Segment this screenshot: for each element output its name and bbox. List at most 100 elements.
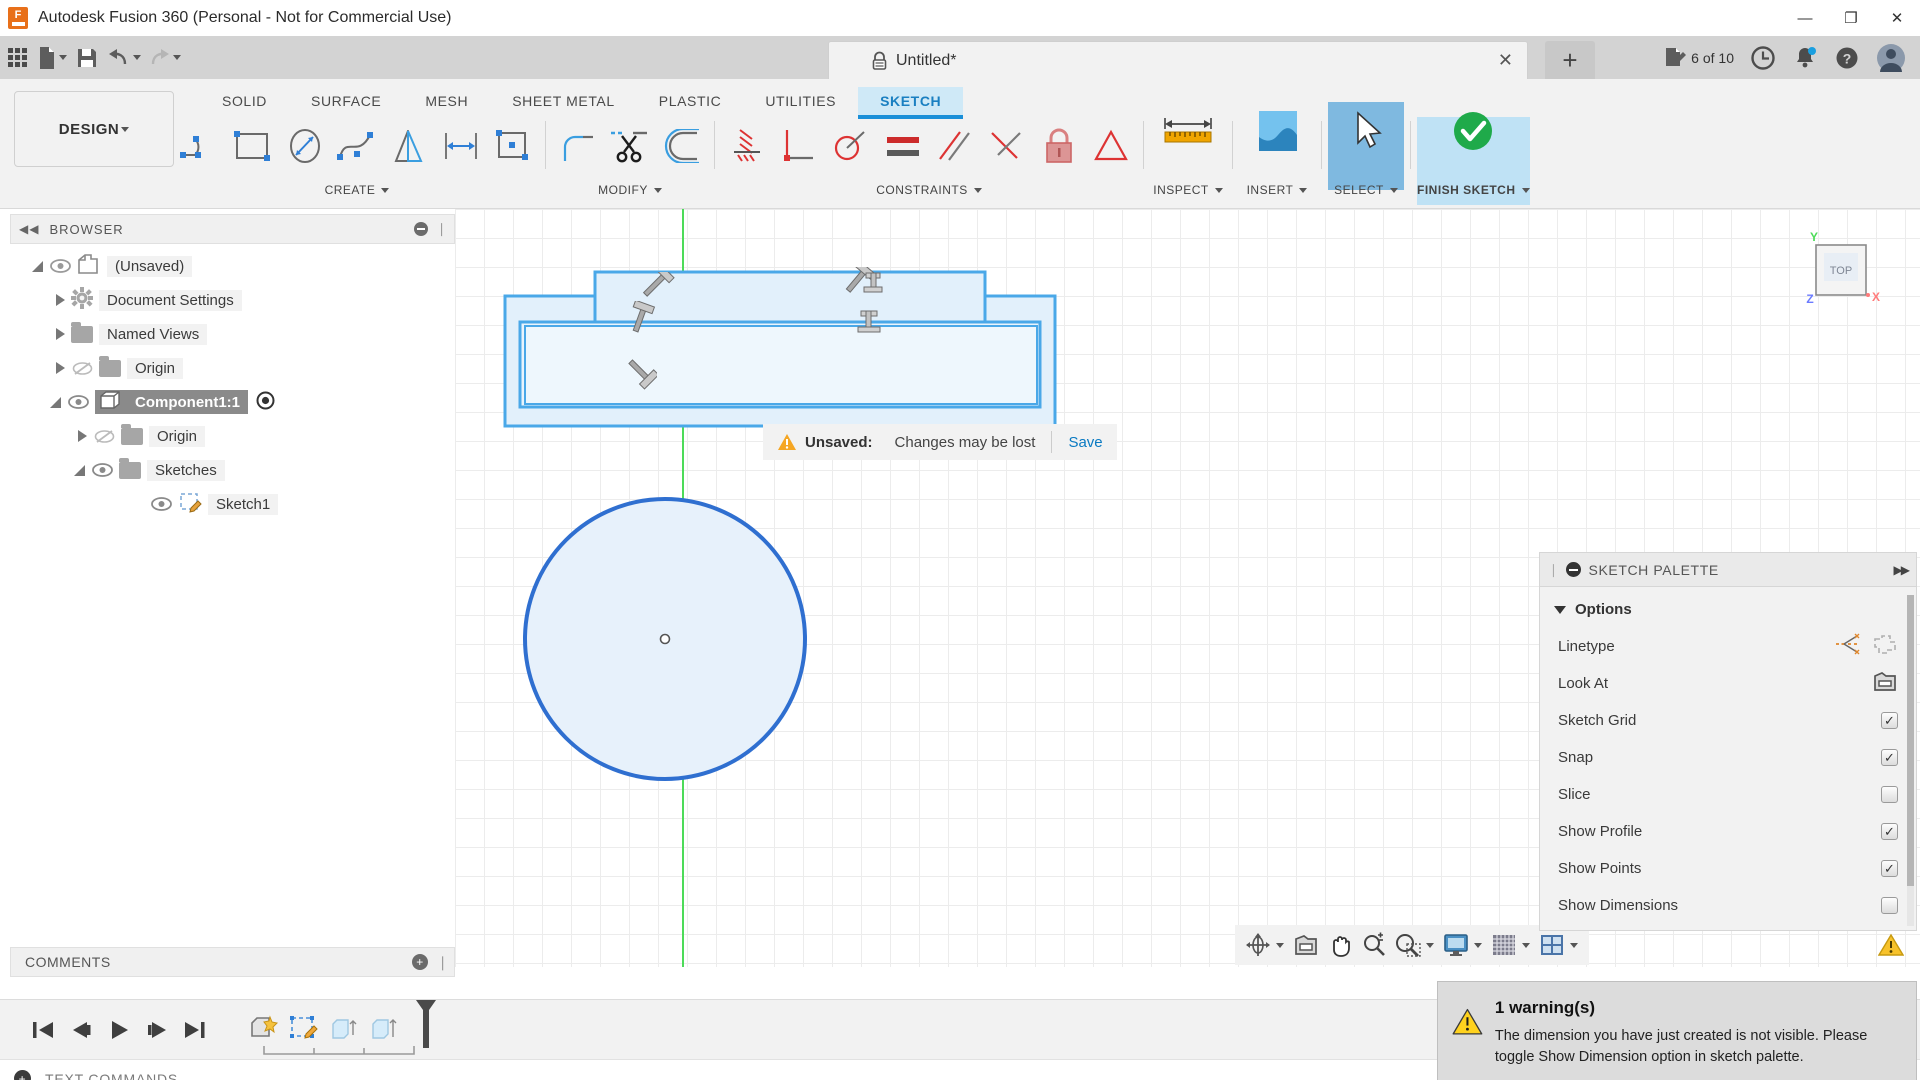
collapse-left-icon[interactable]: ◀◀	[19, 222, 39, 236]
expand-text-commands-icon[interactable]: +	[14, 1070, 31, 1080]
close-button[interactable]: ✕	[1874, 0, 1920, 36]
ribbon-group-label-select[interactable]: SELECT	[1334, 183, 1398, 197]
trim-tool-button[interactable]	[604, 119, 656, 173]
ribbon-group-label-modify[interactable]: MODIFY	[598, 183, 662, 197]
parallel-constraint-button[interactable]	[929, 119, 981, 173]
avatar[interactable]	[1870, 36, 1912, 79]
select-tool-button[interactable]	[1328, 102, 1404, 190]
add-comment-icon[interactable]: +	[412, 954, 428, 970]
minimize-button[interactable]: —	[1782, 0, 1828, 36]
constraint-glyph-2[interactable]	[623, 301, 663, 341]
document-tab[interactable]: Untitled* ✕	[828, 41, 1528, 79]
show-dimensions-checkbox[interactable]	[1881, 897, 1898, 914]
constraint-glyph-3[interactable]	[615, 351, 657, 393]
expand-arrow-icon[interactable]	[56, 328, 65, 340]
chevron-down-icon[interactable]	[173, 55, 181, 60]
expand-right-icon[interactable]: ▶▶	[1894, 563, 1908, 577]
play-icon[interactable]	[100, 1007, 138, 1053]
browser-grip[interactable]: ❘	[436, 221, 448, 237]
tangent-constraint-button[interactable]	[825, 119, 877, 173]
orbit-icon[interactable]	[1241, 926, 1275, 964]
offset-tool-button[interactable]	[656, 119, 708, 173]
chevron-down-icon[interactable]	[1570, 943, 1578, 948]
sketch-grid-checkbox[interactable]: ✓	[1881, 712, 1898, 729]
look-at-icon[interactable]	[1289, 926, 1323, 964]
perpendicular-constraint-button[interactable]	[981, 119, 1033, 173]
expand-arrow-icon[interactable]	[50, 397, 61, 408]
display-settings-icon[interactable]	[1439, 926, 1473, 964]
chevron-down-icon[interactable]	[133, 55, 141, 60]
ribbon-group-label-constraints[interactable]: CONSTRAINTS	[876, 183, 982, 197]
tab-sketch[interactable]: SKETCH	[858, 87, 963, 119]
tree-item-sketches[interactable]: Sketches	[10, 453, 455, 487]
sketch-circle-profile[interactable]	[515, 489, 815, 789]
palette-grip[interactable]: ❘	[1548, 562, 1560, 578]
slice-checkbox[interactable]	[1881, 786, 1898, 803]
workspace-selector[interactable]: DESIGN	[14, 91, 174, 167]
tree-item-unsaved[interactable]: (Unsaved)	[10, 249, 455, 283]
fillet-tool-button[interactable]	[552, 119, 604, 173]
browser-minimize-icon[interactable]	[414, 222, 428, 236]
sketch-feature-icon[interactable]	[284, 1010, 324, 1050]
show-points-checkbox[interactable]: ✓	[1881, 860, 1898, 877]
circle-tool-button[interactable]	[279, 119, 331, 173]
canvas-warning-indicator[interactable]	[1878, 933, 1904, 957]
chevron-down-icon[interactable]	[1426, 943, 1434, 948]
visibility-hidden-eye-icon[interactable]	[71, 357, 93, 379]
activate-component-radio[interactable]	[256, 391, 275, 414]
options-section-header[interactable]: Options	[1540, 597, 1916, 628]
tab-surface[interactable]: SURFACE	[289, 87, 403, 119]
save-button[interactable]	[70, 36, 104, 79]
coincident-constraint-button[interactable]	[721, 119, 773, 173]
show-profile-checkbox[interactable]: ✓	[1881, 823, 1898, 840]
maximize-button[interactable]: ❐	[1828, 0, 1874, 36]
history-button[interactable]	[1744, 36, 1782, 79]
expand-arrow-icon[interactable]	[56, 362, 65, 374]
undo-button[interactable]	[104, 47, 144, 69]
new-component-icon[interactable]	[244, 1010, 284, 1050]
job-status-button[interactable]: 6 of 10	[1657, 36, 1740, 79]
mirror-tool-button[interactable]	[383, 119, 435, 173]
palette-scrollbar[interactable]	[1907, 595, 1914, 926]
tree-item-component-origin[interactable]: Origin	[10, 419, 455, 453]
comments-panel[interactable]: COMMENTS + ❘	[10, 947, 455, 977]
save-link[interactable]: Save	[1068, 434, 1102, 451]
new-document-button[interactable]	[34, 46, 70, 70]
extrude-feature-icon[interactable]	[324, 1010, 364, 1050]
chevron-down-icon[interactable]	[59, 55, 67, 60]
rectangular-pattern-button[interactable]	[487, 119, 539, 173]
construction-line-icon[interactable]	[1834, 633, 1860, 660]
constraint-glyph-4[interactable]	[840, 267, 890, 311]
new-tab-button[interactable]: +	[1545, 41, 1595, 79]
visibility-eye-icon[interactable]	[150, 493, 172, 515]
snap-checkbox[interactable]: ✓	[1881, 749, 1898, 766]
step-back-icon[interactable]	[62, 1007, 100, 1053]
insert-tool-button[interactable]	[1239, 102, 1315, 190]
centerline-icon[interactable]	[1872, 633, 1898, 660]
offset-dimension-button[interactable]	[435, 119, 487, 173]
ribbon-group-label-finish-sketch[interactable]: FINISH SKETCH	[1417, 183, 1530, 197]
zoom-icon[interactable]	[1357, 926, 1391, 964]
chevron-down-icon[interactable]	[1276, 943, 1284, 948]
tree-item-document-settings[interactable]: Document Settings	[10, 283, 455, 317]
visibility-eye-icon[interactable]	[49, 255, 71, 277]
tab-utilities[interactable]: UTILITIES	[743, 87, 858, 119]
spline-tool-button[interactable]	[331, 119, 383, 173]
expand-arrow-icon[interactable]	[56, 294, 65, 306]
tab-sheet-metal[interactable]: SHEET METAL	[490, 87, 637, 119]
tab-solid[interactable]: SOLID	[200, 87, 289, 119]
line-tool-button[interactable]	[175, 119, 227, 173]
expand-arrow-icon[interactable]	[32, 261, 43, 272]
zoom-window-icon[interactable]	[1391, 926, 1425, 964]
tree-item-named-views[interactable]: Named Views	[10, 317, 455, 351]
notifications-button[interactable]	[1786, 36, 1824, 79]
extrude-feature-2-icon[interactable]	[364, 1010, 404, 1050]
measure-tool-button[interactable]	[1150, 102, 1226, 190]
tab-mesh[interactable]: MESH	[403, 87, 490, 119]
ribbon-group-label-inspect[interactable]: INSPECT	[1153, 183, 1223, 197]
visibility-hidden-eye-icon[interactable]	[93, 425, 115, 447]
jump-start-icon[interactable]	[24, 1007, 62, 1053]
step-forward-icon[interactable]	[138, 1007, 176, 1053]
comments-grip[interactable]: ❘	[437, 954, 449, 971]
tree-item-origin[interactable]: Origin	[10, 351, 455, 385]
